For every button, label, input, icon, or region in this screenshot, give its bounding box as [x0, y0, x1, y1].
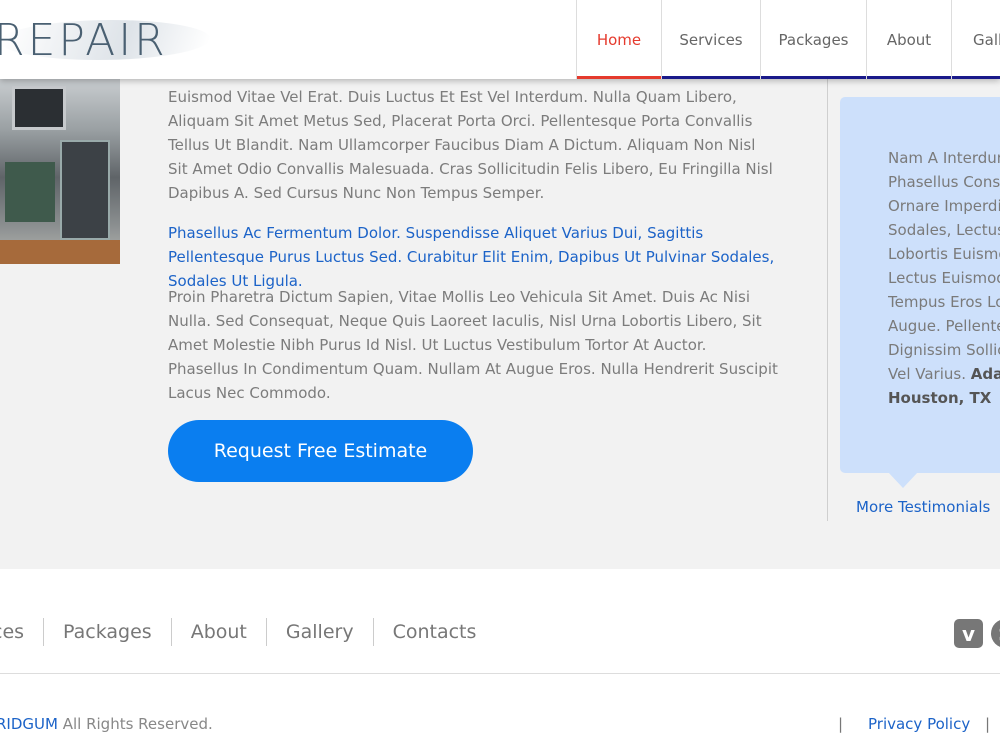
footer-link-about[interactable]: About: [172, 618, 267, 646]
testimonial-line: Sodales, Lectus: [888, 221, 1000, 239]
sidebar-divider: [827, 79, 828, 521]
footer-divider: [0, 673, 1000, 674]
testimonial-line: Vel Varius. Adam: [888, 362, 1000, 386]
more-testimonials-link[interactable]: More Testimonials: [856, 498, 990, 516]
site-logo[interactable]: REPAIR: [0, 14, 168, 68]
footer-link-packages[interactable]: Packages: [44, 618, 172, 646]
vimeo-icon[interactable]: v: [954, 619, 983, 648]
testimonial-author: Adam: [970, 365, 1000, 383]
copyright: RIDGUM All Rights Reserved.: [0, 715, 213, 733]
monitor-shape: [12, 86, 66, 130]
footer-nav: ces Packages About Gallery Contacts: [0, 617, 495, 647]
site-header: REPAIR Home Services Packages About Gall: [0, 0, 1000, 79]
body-paragraph: Euismod Vitae Vel Erat. Duis Luctus Et E…: [168, 88, 773, 202]
motherboard-shape: [5, 162, 55, 222]
testimonial-line: Lectus Euismod: [888, 269, 1000, 287]
rights-text: All Rights Reserved.: [57, 715, 213, 733]
social-links: v S: [954, 619, 1000, 648]
testimonial-line: Tempus Eros Lor: [888, 293, 1000, 311]
desk-shape: [0, 240, 120, 264]
body-paragraph: Proin Pharetra Dictum Sapien, Vitae Moll…: [168, 288, 778, 402]
site-footer: ces Packages About Gallery Contacts v S …: [0, 569, 1000, 750]
testimonial-line: Dignissim Sollici: [888, 341, 1000, 359]
privacy-policy-link[interactable]: Privacy Policy: [868, 715, 970, 733]
testimonial-text: Nam A Interdum Phasellus Conse Ornare Im…: [888, 146, 1000, 410]
highlight-paragraph: Phasellus Ac Fermentum Dolor. Suspendiss…: [168, 224, 775, 290]
nav-item-services[interactable]: Services: [661, 0, 760, 79]
testimonial-location-line: Houston, TX: [888, 386, 1000, 410]
nav-item-packages[interactable]: Packages: [760, 0, 866, 79]
main-nav: Home Services Packages About Gall: [576, 0, 1000, 79]
footer-link-gallery[interactable]: Gallery: [267, 618, 374, 646]
testimonial-line: Ornare Imperdie: [888, 197, 1000, 215]
testimonial-line: Nam A Interdum: [888, 149, 1000, 167]
footer-separator: |: [985, 715, 991, 733]
testimonial-line: Phasellus Conse: [888, 173, 1000, 191]
brand-link[interactable]: RIDGUM: [0, 715, 58, 733]
nav-item-about[interactable]: About: [866, 0, 951, 79]
testimonial-line: Lobortis Euismo: [888, 245, 1000, 263]
nav-item-gallery[interactable]: Gall: [951, 0, 1000, 79]
skype-icon[interactable]: S: [991, 619, 1000, 648]
testimonial-line: Augue. Pellentes: [888, 317, 1000, 335]
nav-item-home[interactable]: Home: [576, 0, 661, 79]
computer-repair-photo: [0, 72, 120, 264]
testimonial-pointer: [888, 472, 918, 488]
footer-link-contacts[interactable]: Contacts: [374, 618, 496, 646]
testimonial-location: Houston, TX: [888, 389, 992, 407]
request-estimate-button[interactable]: Request Free Estimate: [168, 420, 473, 482]
pc-tower-shape: [60, 140, 110, 240]
testimonial-line-text: Vel Varius.: [888, 365, 966, 383]
footer-separator: |: [838, 715, 844, 733]
footer-link-services[interactable]: ces: [0, 618, 45, 646]
